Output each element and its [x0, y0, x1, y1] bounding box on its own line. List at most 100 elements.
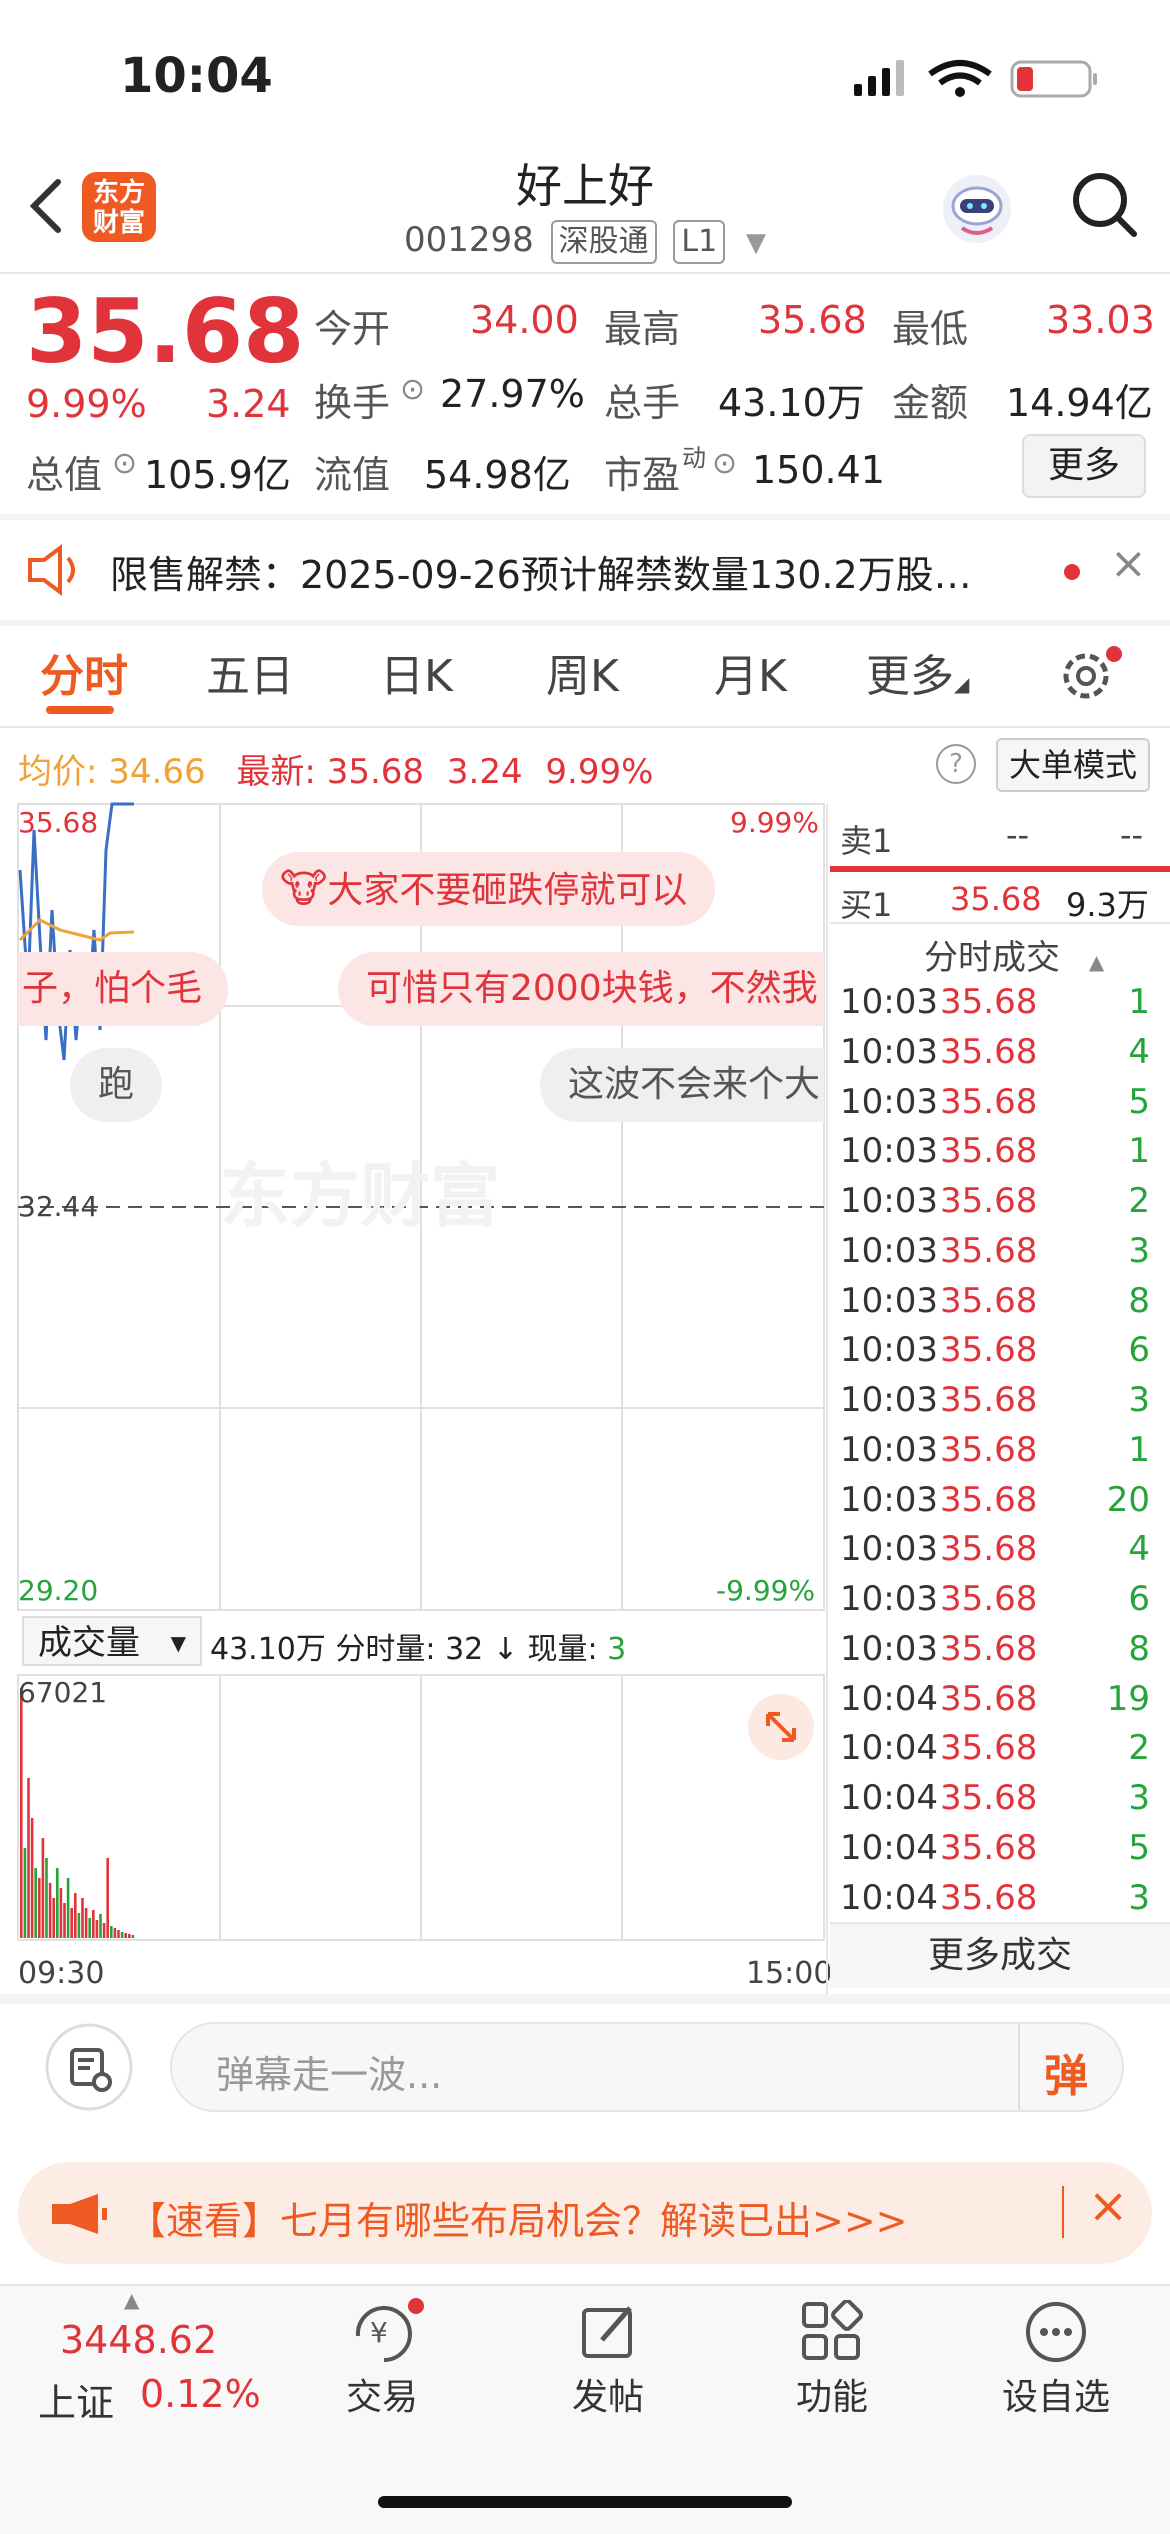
megaphone-icon	[52, 2194, 107, 2234]
trade-time: 10:03	[840, 1031, 938, 1072]
volume-bar	[41, 1838, 45, 1938]
trade-row: 10:03 35.68 5	[840, 1082, 1160, 1132]
tab-monthly[interactable]: 月K	[714, 640, 787, 704]
settings-gear-icon[interactable]	[1058, 644, 1128, 708]
tab-weekly[interactable]: 周K	[546, 640, 619, 704]
info-icon[interactable]: ⊙	[112, 446, 137, 481]
trade-volume: 5	[1128, 1081, 1150, 1122]
help-icon[interactable]: ?	[936, 744, 976, 784]
promo-banner[interactable]: 【速看】七月有哪些布局机会？解读已出>>> ×	[18, 2162, 1152, 2264]
volume-bar	[27, 1778, 30, 1938]
svg-text:¥: ¥	[370, 2316, 388, 2349]
trade-volume: 1	[1128, 1131, 1150, 1172]
close-icon[interactable]: ×	[1088, 2178, 1128, 2234]
change-pct: 9.99%	[26, 382, 147, 426]
volume-bar	[52, 1898, 55, 1938]
now-vol-value: 3	[607, 1632, 627, 1667]
avg-value: 34.66	[108, 752, 206, 792]
trade-row: 10:04 35.68 19	[840, 1679, 1160, 1729]
nav-add-watchlist[interactable]: 设自选	[976, 2368, 1136, 2420]
trade-row: 10:03 35.68 20	[840, 1480, 1160, 1530]
amount-value: 14.94亿	[1006, 381, 1153, 425]
tab-intraday[interactable]: 分时	[40, 640, 128, 704]
trades-header[interactable]: 分时成交 ▲	[924, 930, 1104, 979]
status-icons	[854, 60, 1097, 98]
chat-settings-icon[interactable]	[44, 2022, 134, 2112]
more-trades-button[interactable]: 更多成交	[830, 1924, 1170, 1988]
tab-5day[interactable]: 五日	[206, 640, 294, 704]
more-button[interactable]: 更多	[1022, 434, 1146, 498]
status-time: 10:04	[120, 48, 273, 104]
trade-volume: 3	[1128, 1230, 1150, 1271]
trade-price: 35.68	[940, 1280, 1038, 1321]
sell1-price: --	[1006, 816, 1030, 854]
trade-time: 10:04	[840, 1678, 938, 1719]
trade-price: 35.68	[940, 1230, 1038, 1271]
volume-bar	[81, 1898, 84, 1938]
unread-dot	[1064, 564, 1080, 580]
volume-total: 43.10万	[210, 1632, 326, 1667]
high-label: 最高	[604, 307, 681, 351]
volume-bar	[84, 1908, 88, 1938]
robot-avatar-icon[interactable]	[940, 172, 1014, 246]
nav-post[interactable]: 发帖	[528, 2368, 688, 2420]
trade-volume: 3	[1128, 1877, 1150, 1918]
trade-volume: 3	[1128, 1380, 1150, 1421]
trade-row: 10:04 35.68 2	[840, 1728, 1160, 1778]
volume-bar	[48, 1883, 52, 1938]
mcap-value: 105.9亿	[144, 453, 291, 497]
volume-bar	[113, 1928, 117, 1938]
trade-volume: 19	[1106, 1678, 1150, 1719]
chart-bottom-pct: -9.99%	[716, 1574, 816, 1607]
high-value: 35.68	[758, 298, 867, 342]
danmaku-send-button[interactable]: 弹	[1044, 2040, 1088, 2104]
trade-row: 10:04 35.68 3	[840, 1778, 1160, 1828]
trade-row: 10:03 35.68 8	[840, 1629, 1160, 1679]
trade-row: 10:04 35.68 5	[840, 1828, 1160, 1878]
info-icon[interactable]: ⊙	[712, 446, 737, 481]
index-pct[interactable]: 0.12%	[140, 2372, 261, 2416]
compose-icon[interactable]	[578, 2300, 642, 2364]
more-dots-icon[interactable]	[1024, 2300, 1088, 2364]
volume-bar	[128, 1934, 131, 1938]
search-icon[interactable]	[1070, 170, 1140, 240]
notice-text: 限售解禁：2025-09-26预计解禁数量130.2万股…	[110, 553, 972, 597]
now-vol-label: 现量:	[527, 1632, 598, 1667]
volume-bar	[56, 1868, 59, 1938]
promo-text: 【速看】七月有哪些布局机会？解读已出>>>	[128, 2199, 908, 2243]
trade-volume: 4	[1128, 1031, 1150, 1072]
stock-code: 001298	[403, 220, 534, 260]
trade-time: 10:03	[840, 1628, 938, 1669]
danmaku-input[interactable]: 弹幕走一波... 弹	[170, 2022, 1124, 2112]
trade-volume: 8	[1128, 1628, 1150, 1669]
tab-daily[interactable]: 日K	[380, 640, 453, 704]
indicator-select[interactable]: 成交量 ▼	[22, 1616, 202, 1666]
tag-sgt: 深股通	[550, 220, 657, 264]
nav-functions[interactable]: 功能	[752, 2368, 912, 2420]
chart-mid-price: 32.44	[18, 1190, 99, 1223]
volume-bar	[23, 1848, 27, 1938]
trade-row: 10:03 35.68 1	[840, 982, 1160, 1032]
expand-icon[interactable]	[746, 1692, 816, 1762]
latest-value: 35.68	[326, 752, 425, 792]
info-icon[interactable]: ⊙	[400, 372, 425, 407]
notice-bar[interactable]: 限售解禁：2025-09-26预计解禁数量130.2万股… ×	[0, 520, 1170, 620]
change-amount: 3.24	[206, 382, 291, 426]
buy1-volume: 9.3万	[1066, 886, 1149, 924]
trade-yen-icon[interactable]: ¥	[344, 2296, 424, 2366]
sell1-volume: --	[1120, 816, 1144, 854]
trade-time: 10:03	[840, 1529, 938, 1570]
dropdown-icon[interactable]: ▼	[746, 228, 766, 258]
tab-more[interactable]: 更多◢	[866, 640, 969, 704]
close-icon[interactable]: ×	[1110, 538, 1147, 589]
danmaku-bubble: 子，怕个毛	[18, 952, 228, 1026]
low-value: 33.03	[1046, 298, 1155, 342]
danmaku-bubble: 这波不会来个大	[540, 1048, 824, 1122]
index-value[interactable]: 3448.62	[60, 2318, 217, 2362]
index-name[interactable]: 上证	[38, 2372, 114, 2427]
nav-trade[interactable]: 交易	[302, 2368, 462, 2420]
big-order-mode-button[interactable]: 大单模式	[996, 738, 1150, 792]
grid-apps-icon[interactable]	[800, 2300, 864, 2364]
latest-label: 最新:	[236, 752, 316, 792]
caret-up-icon[interactable]: ▲	[124, 2288, 139, 2312]
